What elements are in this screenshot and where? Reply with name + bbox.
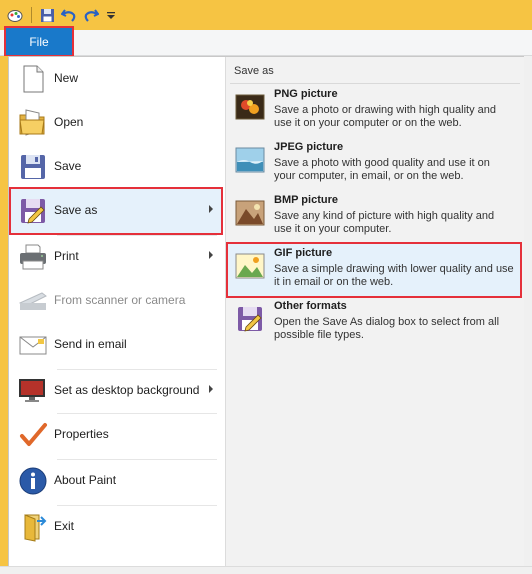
bmp-picture-icon [234, 197, 266, 229]
menu-item-save[interactable]: Save [11, 145, 221, 189]
menu-item-exit[interactable]: Exit [11, 505, 221, 549]
menu-item-label: New [54, 71, 79, 85]
menu-item-new[interactable]: New [11, 57, 221, 101]
menu-item-label: Print [54, 249, 79, 263]
option-description: Save any kind of picture with high quali… [274, 210, 495, 235]
qat-separator [31, 7, 32, 23]
save-as-option-png[interactable]: PNG picture Save a photo or drawing with… [228, 85, 520, 137]
menu-item-label: From scanner or camera [54, 293, 186, 307]
gif-picture-icon [234, 250, 266, 282]
info-icon [17, 465, 49, 497]
option-title: GIF picture [274, 247, 333, 259]
menu-item-label: Save as [54, 203, 98, 217]
qat-undo-icon[interactable] [60, 5, 78, 25]
other-formats-icon [234, 303, 266, 335]
png-picture-icon [234, 91, 266, 123]
save-as-option-other-formats[interactable]: Other formats Open the Save As dialog bo… [228, 297, 520, 349]
checkmark-icon [17, 419, 49, 451]
submenu-arrow-icon [209, 251, 213, 259]
menu-item-print[interactable]: Print [11, 235, 221, 279]
qat-redo-icon[interactable] [82, 5, 100, 25]
option-description: Save a photo or drawing with high qualit… [274, 104, 496, 129]
new-document-icon [17, 63, 49, 95]
open-folder-icon [17, 107, 49, 139]
menu-item-label: Properties [54, 427, 109, 441]
qat-customize-dropdown-icon[interactable] [104, 5, 118, 25]
option-description: Save a simple drawing with lower quality… [274, 263, 514, 288]
qat-save-icon[interactable] [38, 5, 56, 25]
save-as-submenu: Save as PNG picture Save a photo or draw… [225, 57, 526, 567]
menu-item-label: About Paint [54, 473, 117, 487]
vertical-scrollbar[interactable] [524, 56, 532, 573]
option-title: BMP picture [274, 194, 338, 206]
option-description: Save a photo with good quality and use i… [274, 157, 490, 182]
menu-item-set-as-desktop-background[interactable]: Set as desktop background [11, 369, 221, 413]
window-edge [0, 56, 8, 573]
printer-icon [17, 241, 49, 273]
menu-item-send-in-email[interactable]: Send in email [11, 323, 221, 367]
menu-item-label: Exit [54, 519, 75, 533]
submenu-arrow-icon [209, 205, 213, 213]
menu-item-from-scanner-or-camera[interactable]: From scanner or camera [11, 279, 221, 323]
title-bar [0, 0, 532, 30]
menu-item-label: Save [54, 159, 82, 173]
paint-app-icon[interactable] [6, 5, 24, 25]
ribbon-tab-row [0, 30, 532, 56]
save-as-icon [17, 195, 49, 227]
option-title: Other formats [274, 300, 347, 312]
submenu-title: Save as [234, 65, 274, 77]
menu-item-label: Set as desktop background [54, 383, 200, 397]
save-as-option-gif[interactable]: GIF picture Save a simple drawing with l… [226, 242, 522, 298]
save-as-option-jpeg[interactable]: JPEG picture Save a photo with good qual… [228, 138, 520, 190]
submenu-title-divider [230, 83, 520, 84]
menu-item-label: Send in email [54, 337, 127, 351]
menu-item-save-as[interactable]: Save as [9, 187, 223, 235]
menu-item-label: Open [54, 115, 84, 129]
menu-item-properties[interactable]: Properties [11, 413, 221, 457]
jpeg-picture-icon [234, 144, 266, 176]
submenu-arrow-icon [209, 385, 213, 393]
scanner-icon [17, 285, 49, 317]
exit-icon [17, 511, 49, 543]
desktop-background-icon [17, 375, 49, 407]
option-title: JPEG picture [274, 141, 344, 153]
option-title: PNG picture [274, 88, 338, 100]
floppy-disk-icon [17, 151, 49, 183]
file-menu: New Open Save Save as Print From scanner… [8, 56, 526, 568]
menu-item-open[interactable]: Open [11, 101, 221, 145]
menu-item-about-paint[interactable]: About Paint [11, 459, 221, 503]
file-menu-commands: New Open Save Save as Print From scanner… [9, 57, 225, 567]
option-description: Open the Save As dialog box to select fr… [274, 316, 500, 341]
email-icon [17, 329, 49, 361]
save-as-option-bmp[interactable]: BMP picture Save any kind of picture wit… [228, 191, 520, 243]
file-tab[interactable]: File [4, 26, 74, 57]
